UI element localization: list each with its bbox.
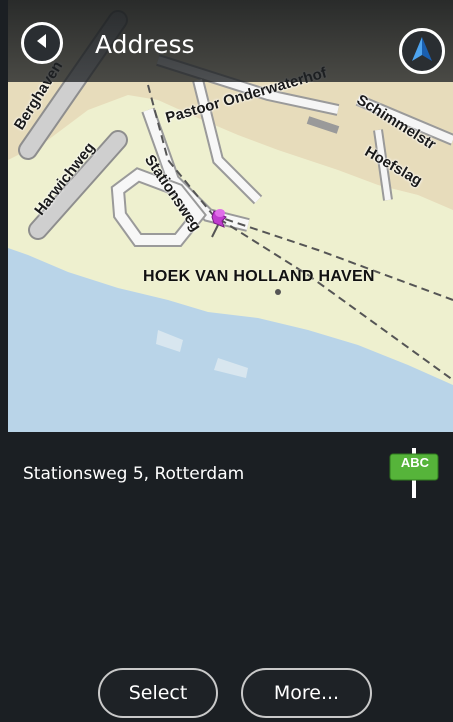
navigation-button[interactable] (399, 28, 445, 74)
street-sign-text: ABC (400, 455, 430, 470)
address-text: Stationsweg 5, Rotterdam (23, 464, 245, 484)
select-button[interactable]: Select (98, 668, 218, 718)
header-bar: Address (8, 0, 453, 82)
navigation-arrow-icon (411, 36, 433, 66)
back-button[interactable] (21, 22, 63, 64)
back-arrow-icon (33, 32, 51, 54)
more-button[interactable]: More... (241, 668, 372, 718)
place-label: HOEK VAN HOLLAND HAVEN (143, 268, 375, 285)
page-title: Address (95, 30, 195, 59)
